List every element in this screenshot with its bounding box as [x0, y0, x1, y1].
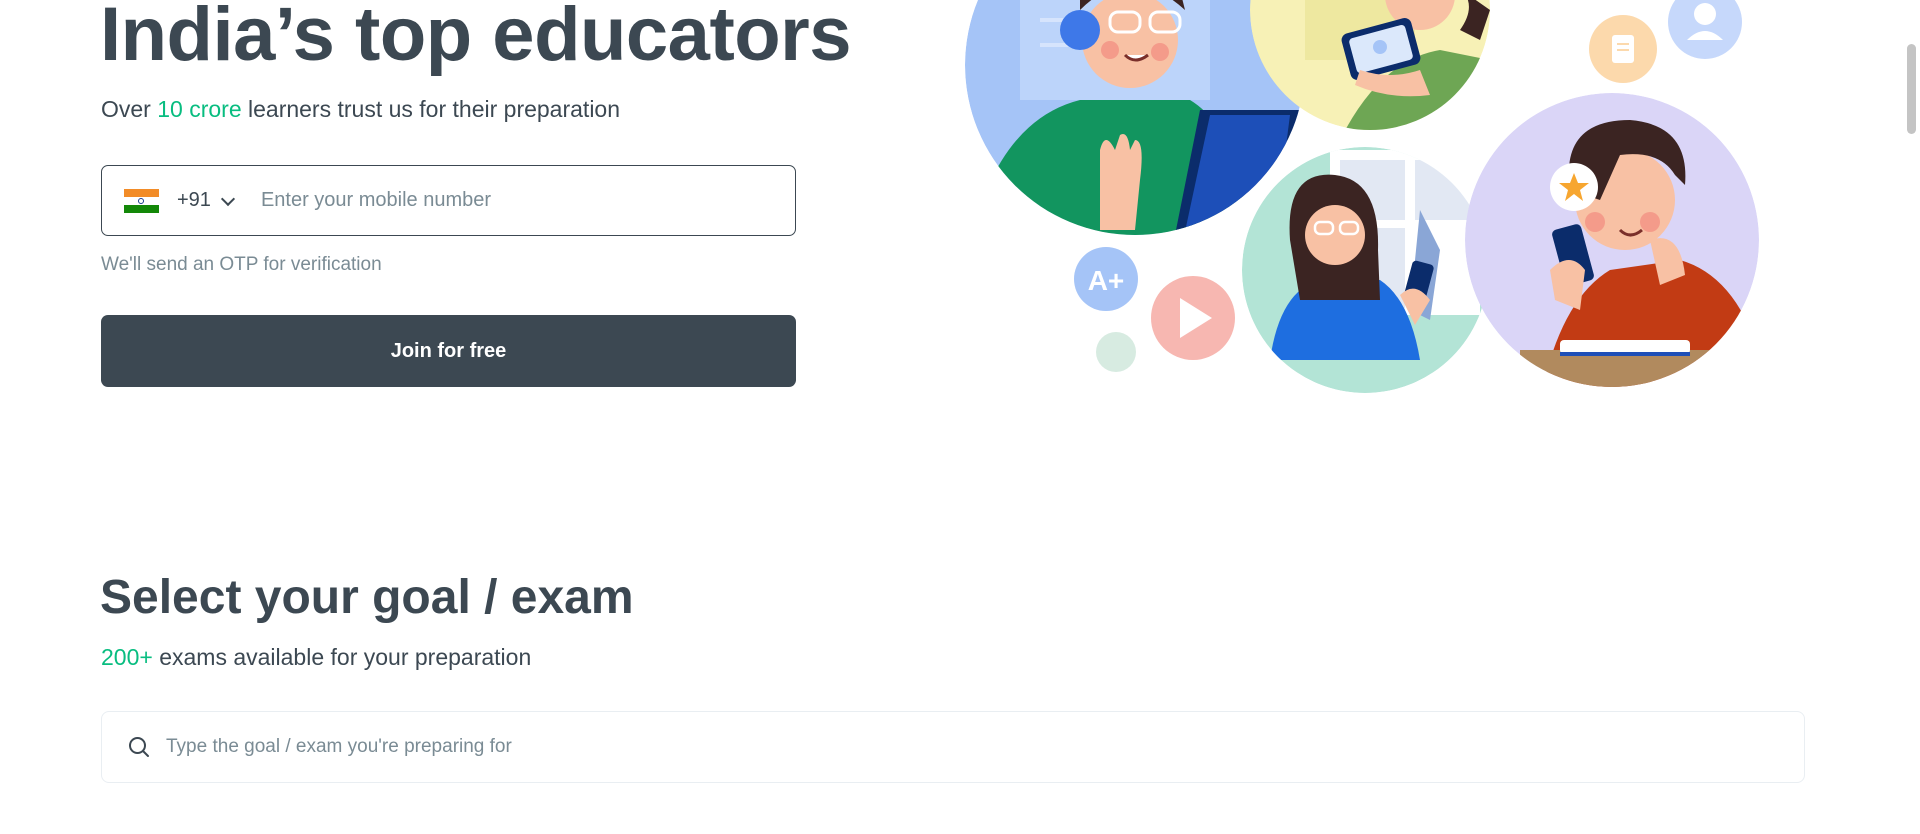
- goal-subtitle-suffix: exams available for your preparation: [152, 644, 532, 670]
- goal-search-field: [101, 711, 1805, 783]
- exam-count-highlight: 200+: [101, 644, 153, 670]
- scrollbar-thumb[interactable]: [1907, 44, 1916, 134]
- country-code[interactable]: +91: [177, 189, 211, 212]
- scrollbar[interactable]: [1903, 0, 1920, 834]
- learner-count-highlight: 10 crore: [157, 96, 242, 122]
- decor-dot-icon: [1096, 332, 1136, 372]
- user-avatar-icon: [1668, 0, 1742, 59]
- hero-subtitle-suffix: learners trust us for their preparation: [241, 96, 621, 122]
- chevron-down-icon[interactable]: [220, 191, 236, 206]
- phone-field: +91: [101, 165, 796, 236]
- document-icon: [1589, 15, 1657, 83]
- play-icon: [1151, 276, 1235, 360]
- goal-subtitle: 200+ exams available for your preparatio…: [101, 644, 531, 671]
- otp-note: We'll send an OTP for verification: [101, 254, 382, 275]
- search-icon: [129, 737, 149, 757]
- goal-search-input[interactable]: [164, 735, 1728, 759]
- hero-subtitle: Over 10 crore learners trust us for thei…: [101, 96, 620, 123]
- girl-with-tablet-image: [1250, 0, 1490, 130]
- goal-section-title: Select your goal / exam: [100, 571, 634, 624]
- girl-with-phone-image: [1242, 147, 1488, 393]
- india-flag-icon[interactable]: [124, 188, 159, 213]
- hero-title: India’s top educators: [100, 0, 852, 77]
- join-for-free-button[interactable]: Join for free: [101, 315, 796, 387]
- a-plus-badge-icon: A+: [1074, 247, 1138, 311]
- star-bubble-icon: [1550, 163, 1598, 211]
- boy-with-phone-image: [1465, 93, 1759, 387]
- learners-illustration: A+: [965, 0, 1759, 393]
- svg-text:A+: A+: [1088, 265, 1125, 296]
- mobile-number-input[interactable]: [258, 188, 743, 213]
- hero-subtitle-prefix: Over: [101, 96, 158, 122]
